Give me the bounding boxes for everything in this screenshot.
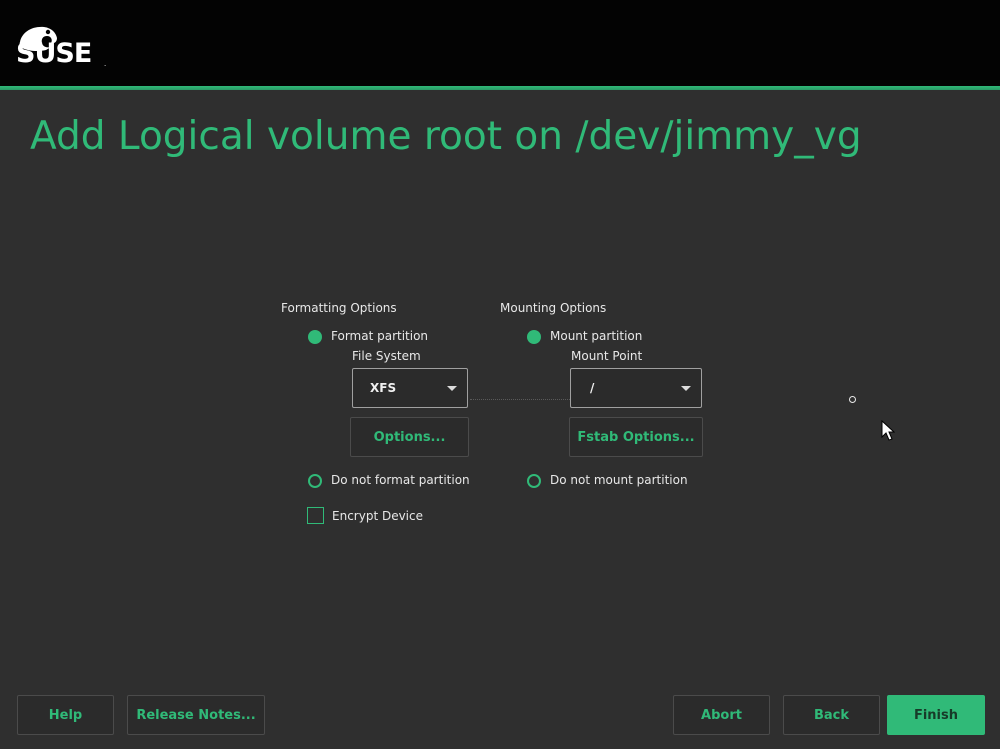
do-not-format-radio[interactable]	[308, 474, 322, 488]
release-notes-button[interactable]: Release Notes...	[127, 695, 265, 735]
file-system-combobox[interactable]: XFS	[352, 368, 468, 408]
formatting-options-header: Formatting Options	[281, 301, 397, 315]
logo-registered-mark: .	[104, 60, 107, 68]
page-title: Add Logical volume root on /dev/jimmy_vg	[30, 114, 862, 159]
mount-partition-label[interactable]: Mount partition	[550, 329, 642, 343]
mount-point-label: Mount Point	[571, 349, 643, 363]
chevron-down-icon	[447, 386, 457, 391]
header-bar: SUSE .	[0, 0, 1000, 86]
abort-button[interactable]: Abort	[673, 695, 770, 735]
options-button[interactable]: Options...	[350, 417, 469, 457]
mouse-cursor-icon	[881, 420, 895, 441]
help-button[interactable]: Help	[17, 695, 114, 735]
mount-point-value: /	[590, 381, 595, 395]
mounting-options-header: Mounting Options	[500, 301, 607, 315]
busy-indicator-icon	[849, 396, 856, 403]
format-partition-label[interactable]: Format partition	[331, 329, 428, 343]
chevron-down-icon	[681, 386, 691, 391]
mount-point-combobox[interactable]: /	[570, 368, 702, 408]
file-system-value: XFS	[370, 381, 397, 395]
do-not-format-label[interactable]: Do not format partition	[331, 473, 470, 487]
format-partition-radio[interactable]	[308, 330, 322, 344]
encrypt-device-checkbox[interactable]	[307, 507, 324, 524]
fstab-options-button[interactable]: Fstab Options...	[569, 417, 703, 457]
encrypt-device-label[interactable]: Encrypt Device	[332, 509, 423, 523]
do-not-mount-label[interactable]: Do not mount partition	[550, 473, 688, 487]
header-accent-line	[0, 86, 1000, 90]
mount-partition-radio[interactable]	[527, 330, 541, 344]
back-button[interactable]: Back	[783, 695, 880, 735]
finish-button[interactable]: Finish	[887, 695, 985, 735]
file-system-label: File System	[352, 349, 421, 363]
suse-logo-text: SUSE	[16, 38, 92, 69]
do-not-mount-radio[interactable]	[527, 474, 541, 488]
column-separator	[470, 399, 570, 400]
